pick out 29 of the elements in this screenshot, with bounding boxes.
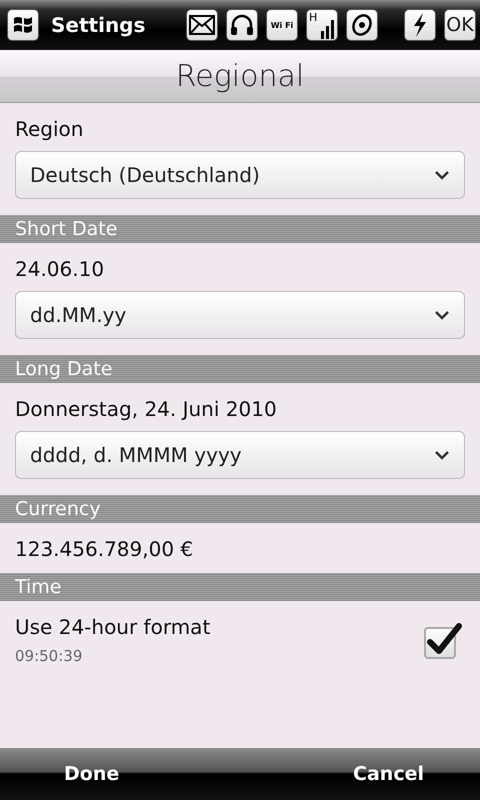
app-title: Settings: [51, 13, 146, 37]
value-text: 123.456.789,00 €: [14, 536, 194, 563]
power-icon[interactable]: [404, 9, 436, 41]
section-header: Short Date: [0, 215, 480, 243]
signal-icon[interactable]: H: [306, 9, 338, 41]
value-text: 24.06.10: [14, 256, 106, 283]
section-header: Currency: [0, 495, 480, 523]
done-button[interactable]: Done: [64, 763, 120, 785]
start-icon[interactable]: [7, 9, 39, 41]
time-text: 09:50:39: [15, 647, 84, 665]
headphones-icon[interactable]: [226, 9, 258, 41]
page-title: Regional: [176, 58, 304, 94]
value-text: Donnerstag, 24. Juni 2010: [14, 396, 278, 423]
field-label: Region: [14, 116, 84, 143]
option-label: Use 24-hour format: [15, 615, 210, 639]
dropdown[interactable]: dddd, d. MMMM yyyy: [15, 431, 465, 479]
chevron-down-icon: [434, 450, 450, 460]
mail-icon[interactable]: [186, 9, 218, 41]
speaker-icon[interactable]: [346, 9, 378, 41]
ok-button[interactable]: OK: [444, 9, 476, 41]
section-header: Long Date: [0, 355, 480, 383]
cancel-button[interactable]: Cancel: [353, 763, 424, 785]
checkbox[interactable]: [423, 620, 463, 660]
chevron-down-icon: [434, 170, 450, 180]
dropdown[interactable]: dd.MM.yy: [15, 291, 465, 339]
chevron-down-icon: [434, 310, 450, 320]
section-header: Time: [0, 573, 480, 601]
dropdown[interactable]: Deutsch (Deutschland): [15, 151, 465, 199]
wifi-icon[interactable]: Wi Fi: [266, 9, 298, 41]
